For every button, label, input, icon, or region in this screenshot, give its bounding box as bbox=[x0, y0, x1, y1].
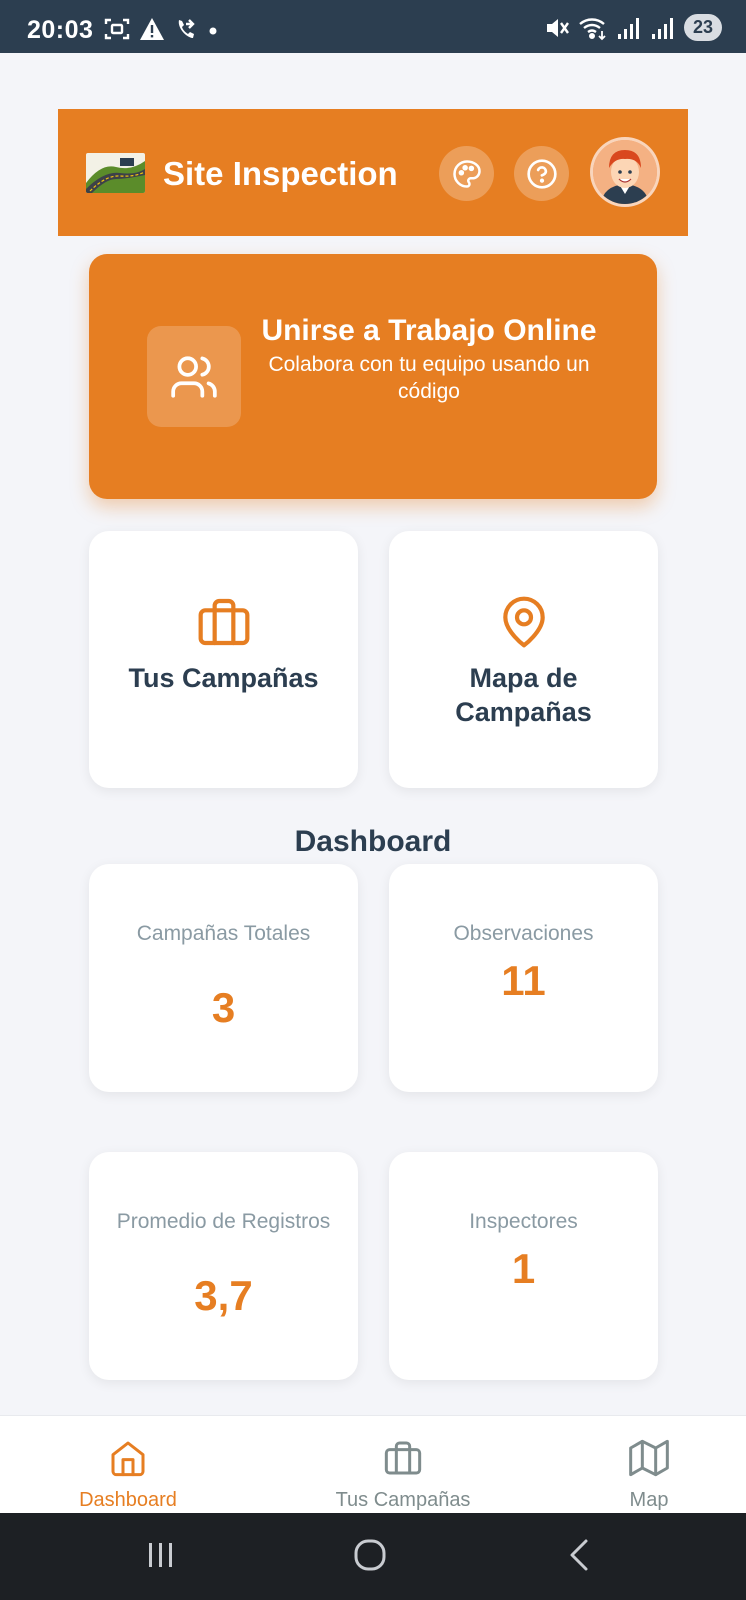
avatar-illustration bbox=[593, 140, 657, 204]
back-button[interactable] bbox=[562, 1537, 598, 1573]
recents-button[interactable] bbox=[143, 1537, 179, 1573]
map-icon bbox=[629, 1439, 669, 1477]
stat-card-average-records: Promedio de Registros 3,7 bbox=[89, 1152, 358, 1380]
home-button[interactable] bbox=[352, 1537, 388, 1573]
system-nav-bar bbox=[0, 1513, 746, 1600]
app-title: Site Inspection bbox=[163, 155, 398, 192]
back-icon bbox=[570, 1539, 588, 1571]
stat-card-observations: Observaciones 11 bbox=[389, 864, 658, 1092]
campaigns-card[interactable]: Tus Campañas bbox=[89, 531, 358, 788]
users-icon bbox=[171, 355, 217, 398]
home-circle-icon bbox=[354, 1539, 386, 1571]
campaign-map-card-label: Mapa de Campañas bbox=[455, 663, 592, 727]
briefcase-icon bbox=[198, 598, 249, 646]
stat-value: 3,7 bbox=[194, 1272, 253, 1319]
bottom-nav-campaigns[interactable]: Tus Campañas bbox=[303, 1416, 503, 1514]
stat-label: Inspectores bbox=[469, 1210, 578, 1233]
campaigns-card-label: Tus Campañas bbox=[128, 663, 319, 693]
bottom-nav-label: Tus Campañas bbox=[335, 1489, 471, 1511]
stat-value: 3 bbox=[211, 984, 236, 1031]
status-icons-left bbox=[104, 17, 219, 41]
dot-icon bbox=[209, 27, 217, 35]
help-button[interactable] bbox=[514, 146, 569, 201]
battery-indicator: 23 bbox=[683, 14, 722, 41]
map-pin-icon bbox=[502, 596, 545, 648]
bottom-nav: Dashboard Tus Campañas Map bbox=[0, 1415, 746, 1513]
theme-button[interactable] bbox=[439, 146, 494, 201]
signal-icon-2 bbox=[651, 17, 673, 39]
stat-label: Promedio de Registros bbox=[116, 1210, 331, 1233]
stat-value: 11 bbox=[501, 957, 546, 1004]
join-icon-box bbox=[147, 326, 241, 427]
call-forward-icon bbox=[178, 19, 195, 38]
status-time: 20:03 bbox=[27, 16, 94, 44]
dashboard-title: Dashboard bbox=[294, 825, 452, 858]
stat-card-inspectors: Inspectores 1 bbox=[389, 1152, 658, 1380]
user-avatar[interactable] bbox=[590, 137, 660, 207]
recents-icon bbox=[149, 1543, 172, 1567]
wifi-icon bbox=[579, 17, 606, 40]
join-subtitle: Colabora con tu equipo usando un código bbox=[268, 353, 590, 403]
app-header: Site Inspection bbox=[58, 109, 688, 236]
join-title: Unirse a Trabajo Online bbox=[261, 314, 597, 347]
status-icons-right: 23 bbox=[544, 14, 722, 41]
bottom-nav-label: Dashboard bbox=[79, 1489, 177, 1511]
campaign-map-card[interactable]: Mapa de Campañas bbox=[389, 531, 658, 788]
stat-card-total-campaigns: Campañas Totales 3 bbox=[89, 864, 358, 1092]
signal-icon bbox=[617, 17, 639, 39]
bottom-nav-map[interactable]: Map bbox=[549, 1416, 746, 1514]
palette-icon bbox=[452, 159, 481, 188]
bottom-nav-label: Map bbox=[629, 1489, 669, 1511]
app-logo bbox=[86, 153, 145, 193]
briefcase-icon bbox=[384, 1441, 422, 1475]
bottom-nav-dashboard[interactable]: Dashboard bbox=[28, 1416, 228, 1514]
help-circle-icon bbox=[526, 158, 557, 189]
status-bar: 20:03 23 bbox=[0, 0, 746, 53]
join-text: Unirse a Trabajo Online Colabora con tu … bbox=[259, 312, 599, 405]
stat-value: 1 bbox=[511, 1245, 536, 1292]
stat-label: Campañas Totales bbox=[136, 922, 311, 945]
warning-icon bbox=[140, 18, 164, 40]
mute-icon bbox=[546, 18, 569, 37]
join-online-card[interactable]: Unirse a Trabajo Online Colabora con tu … bbox=[89, 254, 657, 499]
stat-label: Observaciones bbox=[453, 922, 594, 945]
home-icon bbox=[111, 1441, 145, 1477]
screenshot-icon bbox=[104, 18, 130, 40]
